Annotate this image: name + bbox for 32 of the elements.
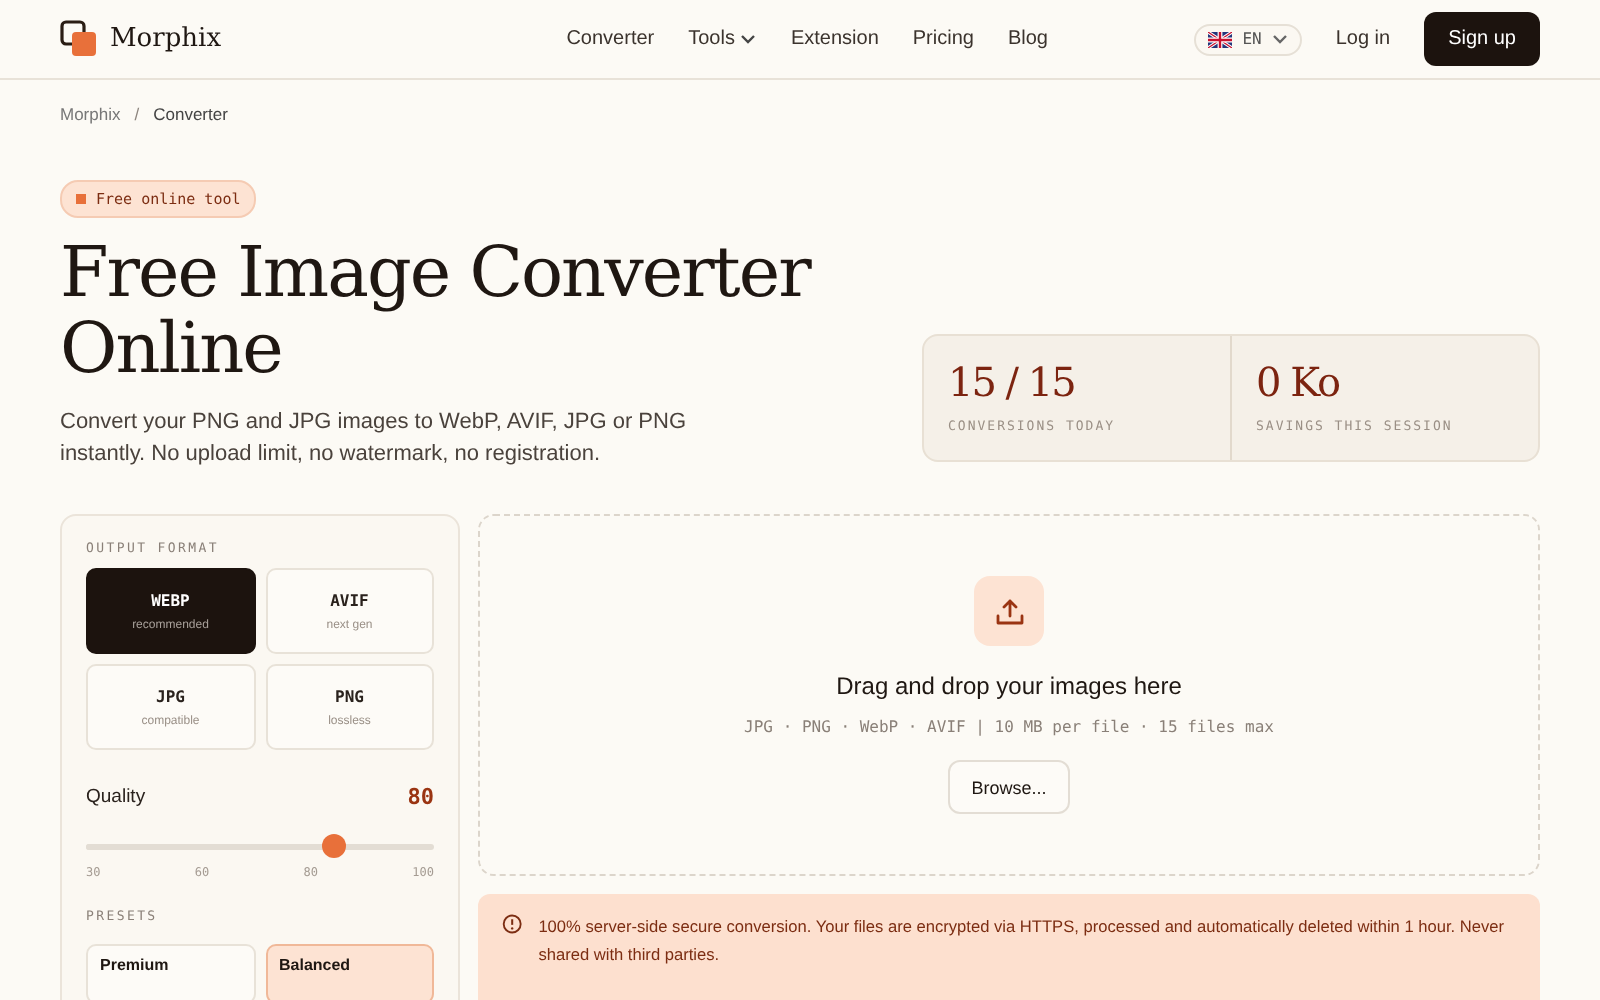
- signup-button[interactable]: Sign up: [1424, 12, 1540, 66]
- nav-link[interactable]: Pricing: [912, 28, 974, 50]
- drop-title: Drag and drop your images here: [836, 672, 1182, 700]
- notice-text: 100% server-side secure conversion. Your files are encrypted via HTTPS, processed and automatically deleted within 1 hour. Never shared with third parties.: [538, 914, 1507, 968]
- preset-option[interactable]: Balanced: [265, 944, 434, 1000]
- nav-link[interactable]: Tools: [688, 28, 757, 50]
- login-link[interactable]: Log in: [1335, 28, 1391, 50]
- logo-icon: [60, 20, 98, 58]
- quality-label: Quality: [86, 786, 146, 808]
- breadcrumb-separator: /: [134, 104, 140, 124]
- breadcrumb-link[interactable]: Converter: [153, 104, 228, 124]
- browse-button[interactable]: Browse...: [947, 760, 1071, 814]
- language-selector[interactable]: EN: [1194, 23, 1302, 55]
- square-icon: [76, 194, 86, 204]
- slider-thumb[interactable]: [321, 834, 346, 858]
- page-title: Free Image Converter Online: [60, 236, 814, 388]
- flag-icon: [1208, 31, 1233, 47]
- stat-value: 0 Ko: [1256, 358, 1342, 406]
- stat-value: 15 / 15: [948, 358, 1077, 406]
- page-subtitle: Convert your PNG and JPG images to WebP, AVIF, JPG or PNG instantly. No upload limit, no watermark, no registration.: [60, 408, 689, 470]
- drop-hint: JPG · PNG · WebP · AVIF | 10 MB per file · 15 files max: [744, 718, 1274, 736]
- logo-text[interactable]: Morphix: [110, 24, 222, 54]
- chevron-icon: [1271, 32, 1288, 46]
- nav-link[interactable]: Blog: [1007, 28, 1048, 50]
- info-icon: [502, 912, 523, 936]
- nav-link[interactable]: Converter: [566, 28, 655, 50]
- quality-value: 80: [407, 784, 434, 810]
- nav-link[interactable]: Extension: [790, 28, 879, 50]
- upload-arrow-icon: [995, 597, 1023, 625]
- breadcrumb-link[interactable]: Morphix: [60, 104, 121, 124]
- preset-option[interactable]: Premium: [86, 944, 255, 1000]
- drop-zone[interactable]: Drag and drop your images here JPG · PNG · WebP · AVIF | 10 MB per file · 15 files max Browse...: [478, 514, 1540, 876]
